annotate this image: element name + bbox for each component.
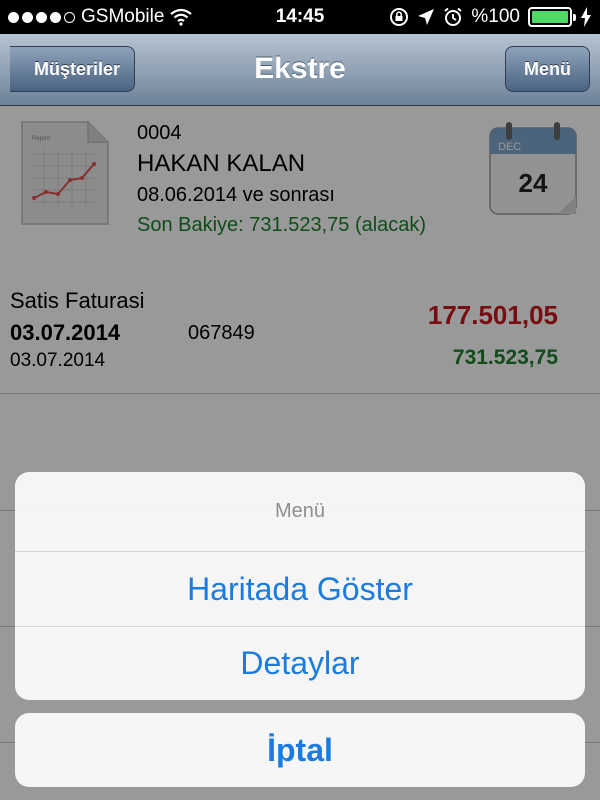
back-button-label: Müşteriler — [34, 58, 121, 79]
status-bar: GSMobile 14:45 %100 — [0, 0, 600, 34]
details-button[interactable]: Detaylar — [15, 626, 585, 700]
location-icon — [418, 9, 435, 25]
menu-button-label: Menü — [524, 58, 571, 79]
status-right: %100 — [389, 6, 592, 28]
navigation-bar: Müşteriler Ekstre Menü — [0, 34, 600, 106]
battery-percent: %100 — [471, 6, 520, 27]
alarm-icon — [444, 7, 463, 26]
battery-icon — [528, 7, 576, 27]
show-on-map-button[interactable]: Haritada Göster — [15, 552, 585, 626]
charging-icon — [581, 7, 591, 27]
action-sheet-title: Menü — [15, 472, 585, 552]
menu-button[interactable]: Menü — [505, 46, 590, 92]
rotation-lock-icon — [390, 8, 409, 26]
cancel-button[interactable]: İptal — [15, 713, 585, 787]
action-sheet: Menü Haritada Göster Detaylar — [15, 472, 585, 700]
